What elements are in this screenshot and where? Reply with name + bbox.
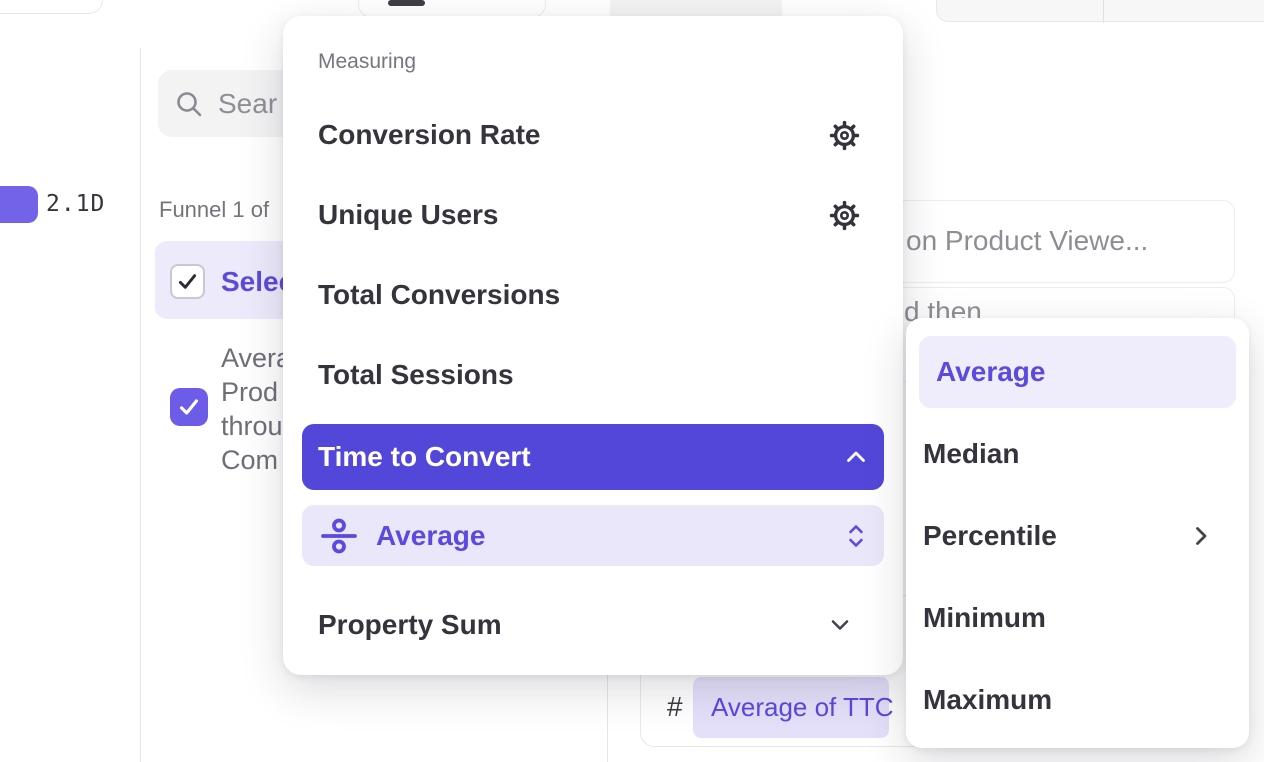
agg-item-maximum[interactable]: Maximum	[906, 664, 1249, 736]
divide-icon	[320, 517, 358, 555]
step-checkbox-checked[interactable]	[170, 388, 208, 426]
agg-item-median[interactable]: Median	[906, 418, 1249, 490]
step-description: Avera Prod throu Com	[221, 341, 291, 477]
menu-item-label: Time to Convert	[318, 441, 531, 473]
submenu-item-label: Average	[376, 520, 485, 552]
checkmark-icon	[175, 269, 200, 294]
gear-button[interactable]	[827, 198, 861, 232]
step-description-line: Com	[221, 443, 291, 477]
menu-item-property-sum[interactable]: Property Sum	[283, 599, 903, 651]
menu-item-unique-users[interactable]: Unique Users	[283, 186, 903, 244]
funnel-checkbox-checked[interactable]	[170, 264, 205, 299]
agg-item-label: Median	[923, 438, 1019, 470]
segment-divider	[1103, 0, 1104, 23]
menu-item-label: Total Sessions	[318, 359, 514, 391]
funnel-color-badge[interactable]	[0, 186, 38, 223]
submenu-item-average-selected[interactable]: Average	[302, 505, 884, 566]
step-description-line: throu	[221, 409, 291, 443]
measuring-menu-header: Measuring	[318, 50, 416, 74]
top-left-card-corner	[0, 0, 103, 14]
menu-item-conversion-rate[interactable]: Conversion Rate	[283, 106, 903, 164]
step-description-line: Avera	[221, 341, 291, 375]
chevron-up-down-icon	[848, 524, 864, 548]
agg-item-label: Average	[936, 356, 1045, 388]
top-right-segmented-control[interactable]	[936, 0, 1264, 22]
funnel-count-label: Funnel 1 of	[159, 197, 269, 223]
menu-item-time-to-convert-selected[interactable]: Time to Convert	[302, 424, 884, 490]
gear-icon	[829, 200, 860, 231]
agg-item-label: Minimum	[923, 602, 1046, 634]
search-icon	[174, 89, 204, 119]
menu-item-label: Unique Users	[318, 199, 499, 231]
agg-item-percentile[interactable]: Percentile	[906, 500, 1249, 572]
left-column-divider	[140, 48, 141, 762]
step-description-line: Prod	[221, 375, 291, 409]
event-step-label: on Product Viewe...	[906, 225, 1148, 257]
numeric-type-symbol: #	[667, 691, 683, 723]
menu-item-total-conversions[interactable]: Total Conversions	[283, 266, 903, 324]
chevron-up-icon	[846, 451, 866, 464]
metric-pill-label: Average of TTC	[711, 692, 894, 723]
gear-icon	[829, 120, 860, 151]
menu-item-total-sessions[interactable]: Total Sessions	[283, 346, 903, 404]
chevron-right-icon	[1195, 527, 1207, 546]
funnel-builder-screen: 2.1D Funnel 1 of Selec Avera Prod throu …	[0, 0, 1264, 762]
funnel-badge-label: 2.1D	[46, 191, 105, 217]
toolbar-icon	[388, 0, 425, 6]
agg-item-label: Maximum	[923, 684, 1052, 716]
menu-item-label: Conversion Rate	[318, 119, 541, 151]
aggregation-menu: Average Median Percentile Minimum Maximu…	[906, 318, 1249, 748]
menu-item-label: Property Sum	[318, 609, 502, 641]
agg-item-average-selected[interactable]: Average	[919, 336, 1236, 408]
gear-button[interactable]	[827, 118, 861, 152]
metric-pill-dropdown[interactable]: Average of TTC	[693, 677, 889, 738]
checkmark-icon	[176, 394, 202, 420]
agg-item-label: Percentile	[923, 520, 1057, 552]
chevron-down-icon	[831, 619, 849, 631]
measuring-menu: Measuring Conversion Rate	[283, 16, 903, 675]
menu-item-label: Total Conversions	[318, 279, 560, 311]
agg-item-minimum[interactable]: Minimum	[906, 582, 1249, 654]
